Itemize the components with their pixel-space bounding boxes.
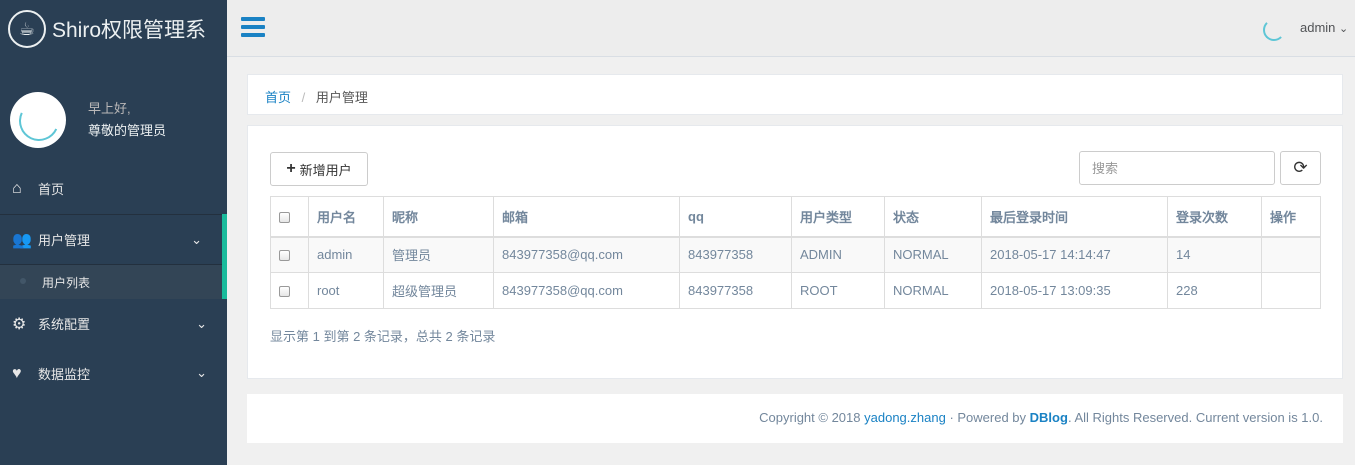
cell-nickname: 管理员 bbox=[383, 236, 494, 273]
cell-actions bbox=[1261, 236, 1321, 273]
chevron-down-icon: ⌄ bbox=[196, 365, 207, 380]
column-header[interactable]: 用户类型 bbox=[791, 196, 885, 238]
sidebar-item-monitor[interactable]: ♥ 数据监控 ⌄ bbox=[0, 348, 227, 399]
heartbeat-icon: ♥ bbox=[12, 364, 22, 382]
sidebar-item-users[interactable]: 👥 用户管理 ⌄ bbox=[0, 214, 222, 265]
pagination-info: 显示第 1 到第 2 条记录，总共 2 条记录 bbox=[270, 329, 496, 344]
cell-user-type: ADMIN bbox=[791, 236, 885, 273]
cell-email: 843977358@qq.com bbox=[493, 236, 680, 273]
plus-icon: + bbox=[286, 160, 296, 177]
row-checkbox[interactable] bbox=[279, 286, 290, 298]
menu-toggle-icon[interactable] bbox=[241, 17, 265, 37]
breadcrumb-current: 用户管理 bbox=[315, 90, 368, 105]
coffee-cup-icon: ☕ bbox=[8, 10, 46, 48]
sidebar-item-label: 数据监控 bbox=[38, 367, 91, 382]
footer-copyright: Copyright © 2018 bbox=[759, 410, 861, 425]
footer-author-link[interactable]: yadong.zhang bbox=[864, 410, 946, 425]
cell-username: admin bbox=[308, 236, 384, 273]
cell-last-login: 2018-05-17 13:09:35 bbox=[981, 272, 1168, 309]
cell-status: NORMAL bbox=[884, 272, 982, 309]
row-checkbox[interactable] bbox=[279, 250, 290, 262]
table-header-row: 用户名 昵称 邮箱 qq 用户类型 状态 最后登录时间 登录次数 操作 bbox=[270, 196, 1321, 238]
chevron-down-icon: ⌄ bbox=[196, 316, 207, 331]
sidebar-nav: ⌂ 首页 👥 用户管理 ⌄ 用户列表 ⚙ 系统配置 ⌄ ♥ 数据监控 ⌄ bbox=[0, 163, 227, 399]
select-all-checkbox[interactable] bbox=[279, 211, 290, 223]
cell-username: root bbox=[308, 272, 384, 309]
refresh-icon[interactable]: ⟳ bbox=[1280, 151, 1321, 185]
profile: 早上好, 尊敬的管理员 bbox=[0, 74, 227, 166]
breadcrumb-separator: / bbox=[301, 90, 306, 105]
sidebar-item-system-config[interactable]: ⚙ 系统配置 ⌄ bbox=[0, 299, 227, 348]
profile-name: 尊敬的管理员 bbox=[88, 123, 167, 138]
cell-login-count: 228 bbox=[1167, 272, 1262, 309]
footer-rest: . All Rights Reserved. Current version i… bbox=[1067, 410, 1323, 425]
footer-product-link[interactable]: DBlog bbox=[1030, 410, 1068, 425]
cell-status: NORMAL bbox=[884, 236, 982, 273]
cell-login-count: 14 bbox=[1167, 236, 1262, 273]
table-row[interactable]: root 超级管理员 843977358@qq.com 843977358 RO… bbox=[270, 272, 1321, 309]
user-menu[interactable]: admin ⌄ bbox=[1300, 20, 1348, 35]
add-user-label: 新增用户 bbox=[299, 162, 352, 178]
brand-title: Shiro权限管理系 bbox=[52, 19, 207, 42]
search-input[interactable] bbox=[1079, 151, 1275, 185]
chevron-down-icon: ⌄ bbox=[1339, 23, 1349, 35]
column-header[interactable]: qq bbox=[679, 196, 792, 238]
sidebar-item-label: 用户管理 bbox=[38, 233, 91, 248]
cell-qq: 843977358 bbox=[679, 236, 792, 273]
topbar: admin ⌄ bbox=[227, 0, 1355, 57]
user-table: 用户名 昵称 邮箱 qq 用户类型 状态 最后登录时间 登录次数 操作 admi… bbox=[270, 196, 1321, 309]
column-header[interactable]: 邮箱 bbox=[493, 196, 680, 238]
user-name: admin bbox=[1300, 20, 1336, 35]
cell-email: 843977358@qq.com bbox=[493, 272, 680, 309]
footer-powered: · Powered by bbox=[949, 410, 1027, 425]
sidebar-subitem-label: 用户列表 bbox=[42, 275, 91, 290]
column-header[interactable]: 用户名 bbox=[308, 196, 384, 238]
user-avatar-icon[interactable] bbox=[1263, 19, 1285, 41]
sidebar-item-home[interactable]: ⌂ 首页 bbox=[0, 163, 227, 214]
greeting: 早上好, bbox=[88, 101, 131, 116]
row-select-cell bbox=[270, 272, 309, 309]
cell-actions bbox=[1261, 272, 1321, 309]
column-header[interactable]: 最后登录时间 bbox=[981, 196, 1168, 238]
breadcrumb-home[interactable]: 首页 bbox=[265, 90, 291, 105]
select-all-cell bbox=[270, 196, 309, 238]
cell-nickname: 超级管理员 bbox=[383, 272, 494, 309]
column-header: 操作 bbox=[1261, 196, 1321, 238]
column-header[interactable]: 昵称 bbox=[383, 196, 494, 238]
users-icon: 👥 bbox=[12, 231, 32, 249]
sidebar-group-users: 👥 用户管理 ⌄ 用户列表 bbox=[0, 214, 227, 299]
row-select-cell bbox=[270, 236, 309, 273]
footer: Copyright © 2018 yadong.zhang · Powered … bbox=[247, 394, 1343, 443]
column-header[interactable]: 状态 bbox=[884, 196, 982, 238]
add-user-button[interactable]: + 新增用户 bbox=[270, 152, 368, 186]
cell-user-type: ROOT bbox=[791, 272, 885, 309]
cell-qq: 843977358 bbox=[679, 272, 792, 309]
chevron-down-icon: ⌄ bbox=[191, 232, 202, 247]
sidebar-subitem-user-list[interactable]: 用户列表 bbox=[0, 265, 222, 299]
brand[interactable]: ☕ Shiro权限管理系 bbox=[0, 0, 227, 58]
breadcrumb: 首页 / 用户管理 bbox=[247, 74, 1343, 115]
home-icon: ⌂ bbox=[12, 179, 22, 197]
cell-last-login: 2018-05-17 14:14:47 bbox=[981, 236, 1168, 273]
user-list-panel: +新增用户 ⟳ 用户名 昵称 邮箱 qq 用户类型 状态 最后登录时间 登录次数… bbox=[247, 125, 1343, 379]
gears-icon: ⚙ bbox=[12, 315, 27, 333]
column-header[interactable]: 登录次数 bbox=[1167, 196, 1262, 238]
sidebar-item-label: 首页 bbox=[38, 182, 65, 197]
avatar bbox=[10, 92, 66, 148]
sidebar-item-label: 系统配置 bbox=[38, 317, 91, 332]
sidebar: ☕ Shiro权限管理系 早上好, 尊敬的管理员 ⌂ 首页 👥 用户管理 ⌄ 用… bbox=[0, 0, 227, 465]
table-row[interactable]: admin 管理员 843977358@qq.com 843977358 ADM… bbox=[270, 236, 1321, 273]
